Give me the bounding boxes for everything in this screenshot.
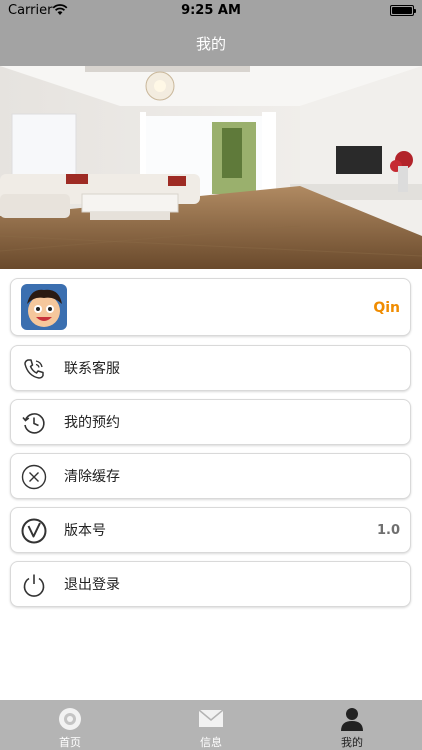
menu-item-label: 联系客服 xyxy=(64,361,120,377)
profile-card[interactable]: Qin xyxy=(10,278,411,336)
tab-messages[interactable]: 信息 xyxy=(141,700,281,750)
menu-item-clear-cache[interactable]: 清除缓存 xyxy=(10,453,411,499)
username: Qin xyxy=(373,300,400,316)
menu-item-my-appointments[interactable]: 我的预约 xyxy=(10,399,411,445)
tab-mine[interactable]: 我的 xyxy=(282,700,422,750)
clock: 9:25 AM xyxy=(181,3,241,18)
mail-icon xyxy=(198,706,224,732)
menu-item-label: 版本号 xyxy=(64,523,106,539)
tab-label: 我的 xyxy=(341,736,363,749)
tab-home[interactable]: 首页 xyxy=(0,700,140,750)
battery-icon xyxy=(390,5,416,16)
menu-item-logout[interactable]: 退出登录 xyxy=(10,561,411,607)
page-title: 我的 xyxy=(195,35,226,53)
history-icon xyxy=(20,409,48,437)
menu-item-label: 清除缓存 xyxy=(64,469,120,485)
status-bar: Carrier 9:25 AM xyxy=(0,0,422,22)
tab-bar: 首页 信息 我的 xyxy=(0,700,422,750)
hero-image xyxy=(0,66,422,269)
version-value: 1.0 xyxy=(376,523,400,538)
menu-item-contact-support[interactable]: 联系客服 xyxy=(10,345,411,391)
menu-item-version[interactable]: 版本号 1.0 xyxy=(10,507,411,553)
user-icon xyxy=(339,706,365,732)
tab-label: 首页 xyxy=(59,736,81,749)
menu-item-label: 我的预约 xyxy=(64,415,120,431)
home-icon xyxy=(57,706,83,732)
tab-label: 信息 xyxy=(200,736,222,749)
avatar xyxy=(21,284,67,330)
phone-icon xyxy=(20,355,48,383)
nav-bar: 我的 xyxy=(0,22,422,66)
version-icon xyxy=(20,517,48,545)
menu-item-label: 退出登录 xyxy=(64,577,120,593)
clear-icon xyxy=(20,463,48,491)
power-icon xyxy=(20,571,48,599)
